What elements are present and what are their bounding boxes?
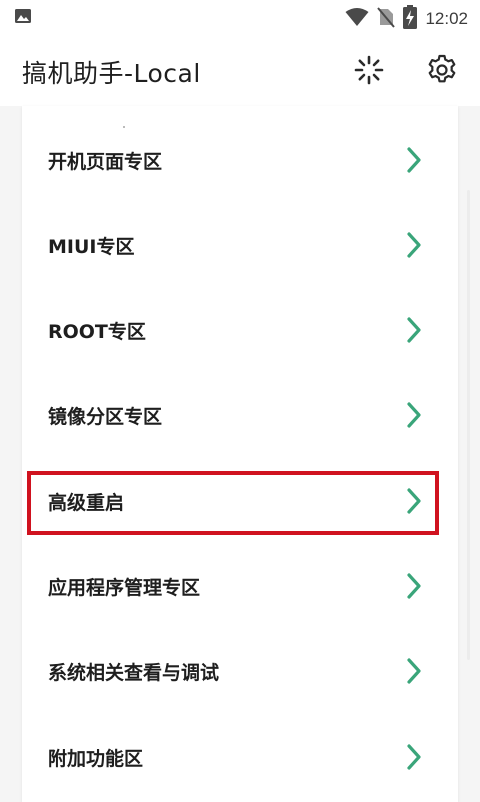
chevron-right-icon <box>407 658 421 684</box>
menu-item-label: 高级重启 <box>48 491 125 514</box>
menu-item-extra-features[interactable]: 附加功能区 <box>22 722 458 792</box>
chevron-right-icon <box>407 232 421 258</box>
menu-item-label: ROOT专区 <box>48 320 146 343</box>
chevron-right-icon <box>407 488 421 514</box>
chevron-right-icon <box>407 402 421 428</box>
app-bar: 搞机助手-Local <box>0 34 480 106</box>
menu-item-label: 附加功能区 <box>48 747 144 770</box>
menu-item-boot-page[interactable]: 开机页面专区 <box>22 125 458 195</box>
chevron-right-icon <box>407 317 421 343</box>
chevron-right-icon <box>407 744 421 770</box>
menu-item-root[interactable]: ROOT专区 <box>22 295 458 365</box>
menu-item-label: 开机页面专区 <box>48 150 163 173</box>
settings-icon[interactable] <box>424 52 460 88</box>
chevron-right-icon <box>407 147 421 173</box>
screen: 12:02 搞机助手-Local 开机页面专区 MIUI专区 ROOT专区 镜像… <box>0 0 480 802</box>
menu-item-image-partition[interactable]: 镜像分区专区 <box>22 380 458 450</box>
menu-item-system-debug[interactable]: 系统相关查看与调试 <box>22 636 458 706</box>
menu-item-label: 应用程序管理专区 <box>48 576 201 599</box>
menu-item-label: MIUI专区 <box>48 235 135 258</box>
menu-item-app-management[interactable]: 应用程序管理专区 <box>22 551 458 621</box>
scrollbar[interactable] <box>467 190 470 660</box>
image-icon <box>14 7 32 29</box>
loading-icon[interactable] <box>351 52 387 88</box>
menu-item-advanced-reboot[interactable]: 高级重启 <box>22 466 458 536</box>
status-bar: 12:02 <box>0 0 480 34</box>
menu-item-label: 镜像分区专区 <box>48 405 163 428</box>
menu-item-miui[interactable]: MIUI专区 <box>22 210 458 280</box>
chevron-right-icon <box>407 573 421 599</box>
status-time: 12:02 <box>425 9 468 28</box>
no-sim-icon <box>377 6 396 32</box>
menu-item-label: 系统相关查看与调试 <box>48 661 220 684</box>
wifi-icon <box>345 7 369 31</box>
battery-charging-icon <box>403 5 418 33</box>
app-title: 搞机助手-Local <box>22 59 201 88</box>
